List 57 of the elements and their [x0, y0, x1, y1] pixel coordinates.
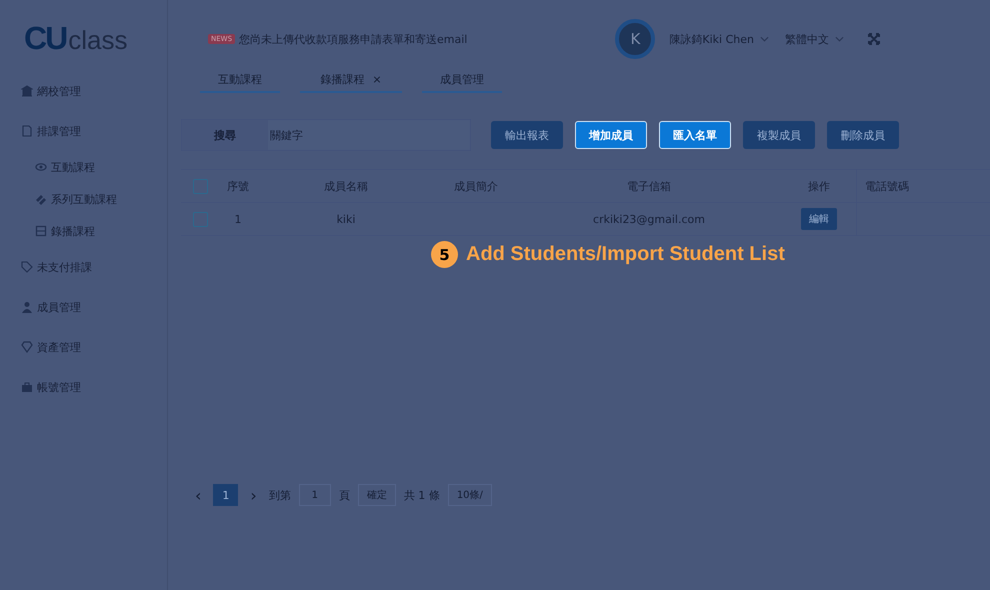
prev-page-button[interactable]: ‹ — [191, 486, 206, 504]
sidebar-item[interactable]: 網校管理 — [0, 71, 167, 111]
building-icon — [21, 85, 33, 97]
confirm-button[interactable]: 確定 — [358, 484, 396, 506]
column-header: 成員簡介 — [453, 178, 499, 194]
page-button[interactable]: 1 — [213, 484, 238, 506]
column-header: 成員名稱 — [323, 178, 369, 194]
sidebar-subitem[interactable]: 系列互動課程 — [0, 183, 167, 215]
column-header: 電話號碼 — [856, 170, 950, 202]
tag-icon — [21, 261, 33, 273]
tab[interactable]: 互動課程 — [200, 68, 280, 93]
layers-icon — [35, 193, 47, 205]
user-name[interactable]: 陳詠錡Kiki Chen — [669, 32, 754, 46]
edit-button[interactable]: 編輯 — [801, 208, 837, 230]
sidebar-subitem[interactable]: 錄播課程 — [0, 215, 167, 247]
caret-icon — [760, 36, 769, 42]
toolbar-button[interactable]: 刪除成員 — [827, 121, 899, 149]
page-size-selector[interactable]: 10條/ — [448, 484, 492, 506]
notice-text[interactable]: 您尚未上傳代收款項服務申請表單和寄送email — [239, 32, 468, 46]
page-input[interactable]: 1 — [298, 484, 331, 506]
step-number: 5 — [431, 241, 458, 268]
toolbar-button[interactable]: 複製成員 — [743, 121, 815, 149]
toolbar-button[interactable]: 匯入名單 — [659, 121, 731, 149]
diamond-icon — [21, 341, 33, 353]
table-cell-text: crkiki23@gmail.com — [592, 212, 706, 226]
bag-icon — [21, 381, 33, 393]
film-icon — [35, 225, 47, 237]
fullscreen-icon[interactable] — [868, 33, 880, 45]
caret-icon — [835, 36, 844, 42]
toolbar-button[interactable]: 輸出報表 — [491, 121, 563, 149]
sidebar-item[interactable]: 未支付排課 — [0, 247, 167, 287]
sidebar-subitem[interactable]: 互動課程 — [0, 151, 167, 183]
table-cell-text: kiki — [336, 212, 356, 226]
column-header: 操作 — [807, 178, 831, 194]
callout-text: Add Students/Import Student List — [466, 243, 785, 266]
column-header: 電子信箱 — [626, 178, 672, 194]
avatar[interactable]: K — [615, 19, 656, 59]
toolbar-button[interactable]: 增加成員 — [575, 121, 647, 149]
total-count: 共 1 條 — [404, 488, 440, 502]
user-icon — [21, 301, 33, 313]
eye-icon — [35, 161, 47, 173]
sidebar-item[interactable]: 成員管理 — [0, 287, 167, 327]
table-cell-text: 1 — [234, 212, 242, 226]
document-icon — [21, 125, 33, 137]
logo-mark: CU — [24, 20, 66, 57]
next-page-button[interactable]: › — [246, 486, 261, 504]
language-selector[interactable]: 繁體中文 — [785, 32, 829, 46]
checkbox[interactable] — [193, 178, 208, 194]
sidebar-item[interactable]: 排課管理 — [0, 111, 167, 151]
goto-label: 到第 — [268, 488, 291, 502]
page-label: 頁 — [338, 488, 350, 502]
sidebar-item[interactable]: 帳號管理 — [0, 367, 167, 407]
sidebar-item[interactable]: 資產管理 — [0, 327, 167, 367]
checkbox[interactable] — [193, 212, 208, 226]
tab[interactable]: 錄播課程 × — [300, 68, 402, 93]
tab[interactable]: 成員管理 — [422, 68, 502, 93]
column-header: 序號 — [226, 178, 250, 194]
